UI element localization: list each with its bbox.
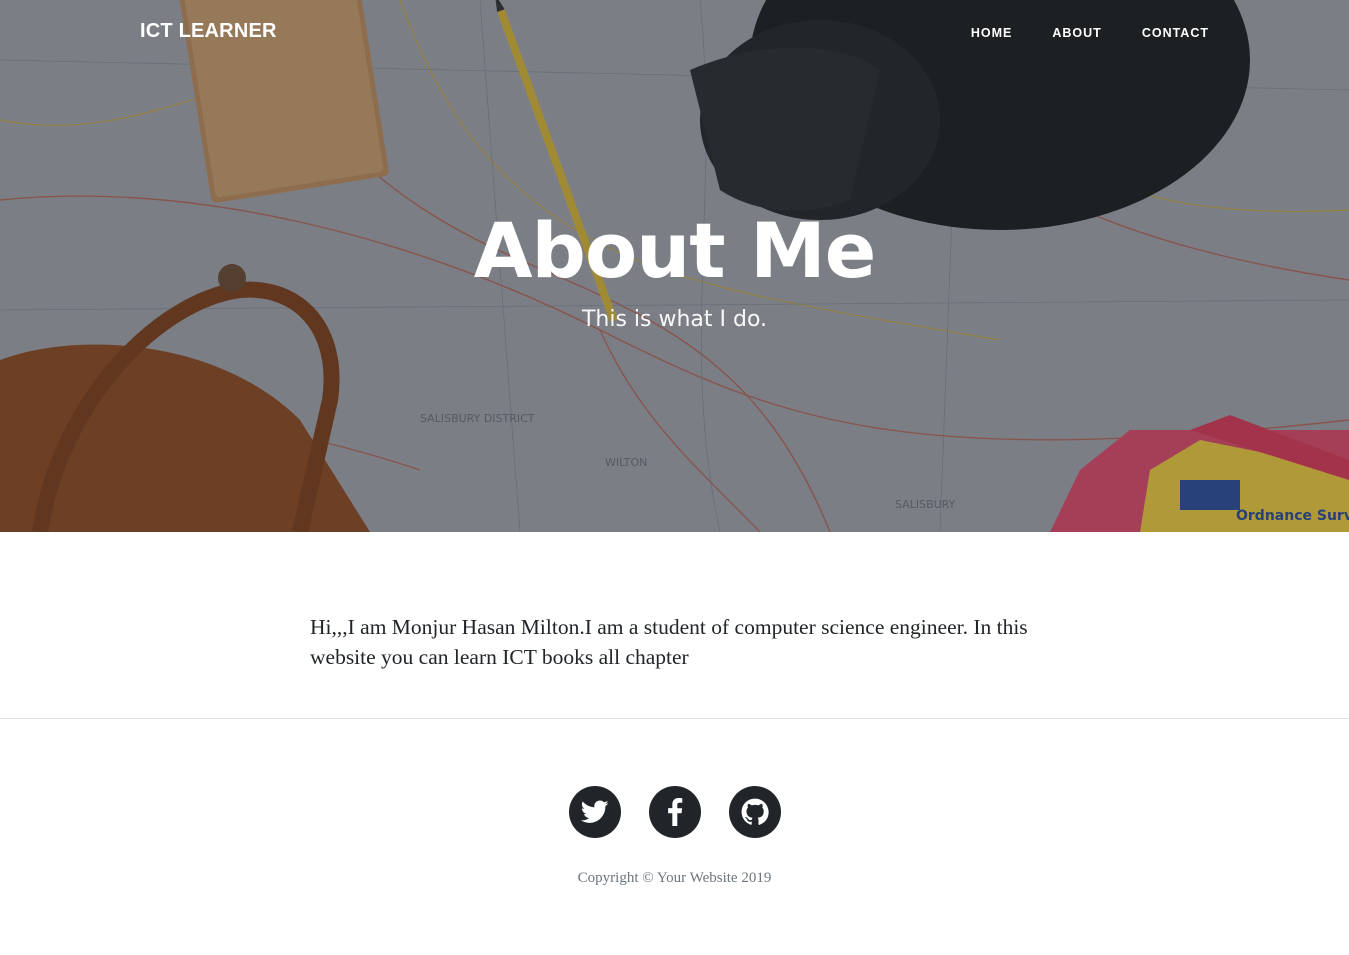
github-button[interactable] (729, 786, 781, 838)
masthead: SALISBURY DISTRICT WILTON SALISBURY Ordn… (0, 0, 1349, 532)
brand-link[interactable]: ICT LEARNER (140, 20, 277, 43)
facebook-button[interactable] (649, 786, 701, 838)
about-paragraph: Hi,,,I am Monjur Hasan Milton.I am a stu… (310, 615, 1028, 669)
nav-item-about[interactable]: ABOUT (1052, 26, 1101, 40)
divider (0, 718, 1349, 719)
page-title: About Me (473, 206, 877, 295)
twitter-button[interactable] (569, 786, 621, 838)
nav-item-home[interactable]: HOME (971, 26, 1013, 40)
navbar: ICT LEARNER HOME ABOUT CONTACT (0, 0, 1349, 66)
copyright-text: Copyright © Your Website 2019 (577, 870, 772, 886)
nav-item-contact[interactable]: CONTACT (1142, 26, 1209, 40)
facebook-icon (668, 798, 683, 826)
github-icon (741, 798, 769, 825)
page-subtitle: This is what I do. (581, 307, 768, 332)
page-heading: About Me This is what I do. (0, 206, 1349, 334)
social-links (569, 786, 781, 838)
twitter-icon (581, 800, 609, 823)
nav-links: HOME ABOUT CONTACT (931, 26, 1209, 40)
